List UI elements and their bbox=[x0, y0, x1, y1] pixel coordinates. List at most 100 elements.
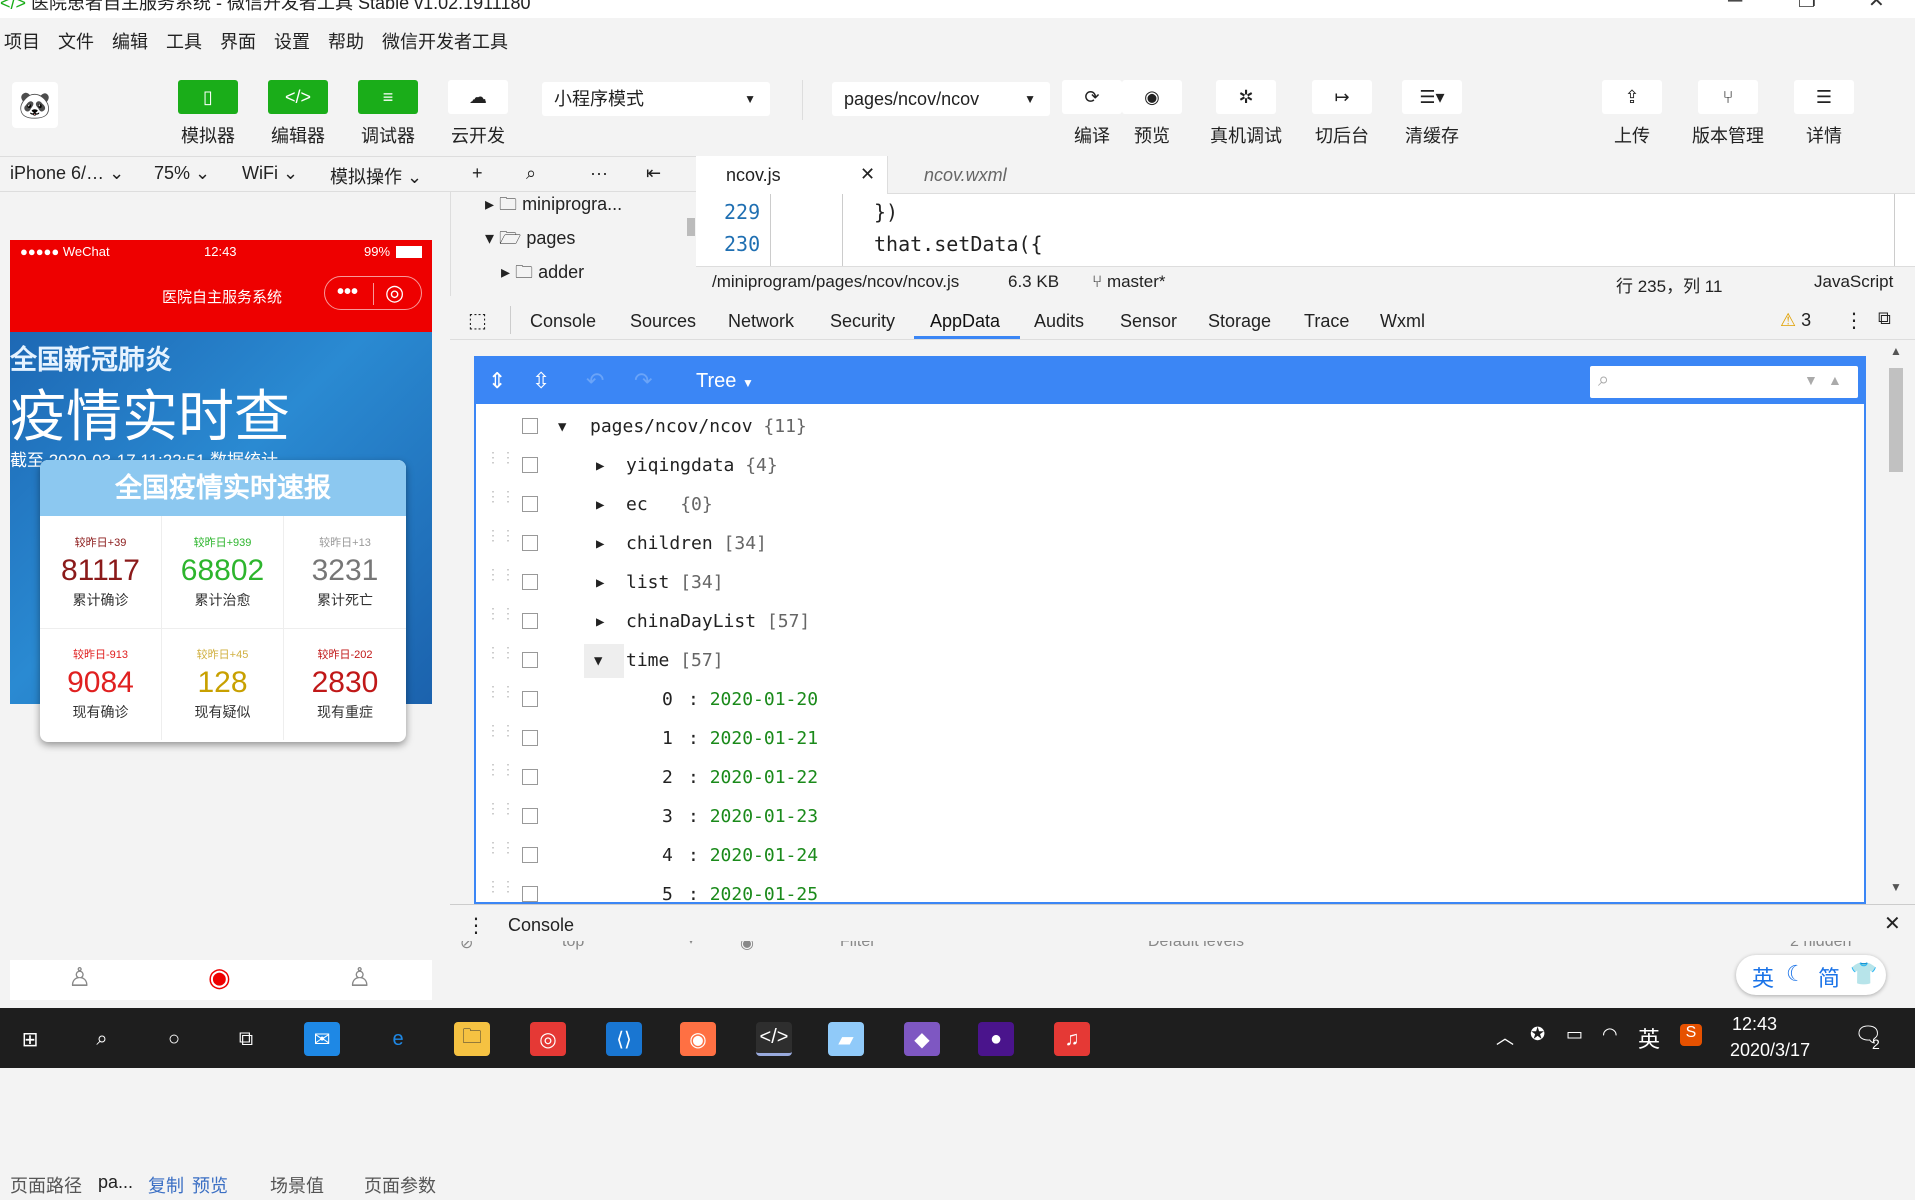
editor-button[interactable]: </> 编辑器 bbox=[268, 80, 328, 148]
collapse-all-icon[interactable]: ⇳ bbox=[532, 368, 550, 394]
close-drawer-icon[interactable]: ✕ bbox=[1884, 911, 1901, 936]
collapse-icon[interactable]: ⇤ bbox=[646, 163, 661, 184]
close-window-button[interactable]: ✕ bbox=[1868, 0, 1885, 11]
row-checkbox[interactable] bbox=[522, 496, 538, 512]
preview-link[interactable]: 预览 bbox=[192, 1172, 228, 1198]
user-icon[interactable]: ♙ bbox=[348, 962, 371, 993]
chrome-icon[interactable]: ◎ bbox=[530, 1022, 566, 1056]
compile-button[interactable]: ⟳ 编译 bbox=[1062, 80, 1122, 148]
language-mode[interactable]: JavaScript bbox=[1814, 272, 1893, 292]
tree-row[interactable]: ⋮⋮ ▶ yiqingdata {4} bbox=[476, 447, 1864, 486]
minimize-button[interactable]: ─ bbox=[1728, 0, 1742, 11]
drag-handle-icon[interactable]: ⋮⋮ bbox=[486, 607, 515, 629]
undo-icon[interactable]: ↶ bbox=[586, 368, 604, 394]
app-icon[interactable]: ▰ bbox=[828, 1022, 864, 1056]
search-next-icon[interactable]: ▲ bbox=[1828, 372, 1842, 388]
preview-button[interactable]: ◉ 预览 bbox=[1122, 80, 1182, 148]
drag-handle-icon[interactable]: ⋮⋮ bbox=[486, 724, 515, 746]
row-checkbox[interactable] bbox=[522, 808, 538, 824]
tree-row[interactable]: ⋮⋮ ▶ list [34] bbox=[476, 564, 1864, 603]
tree-row[interactable]: ⋮⋮ 3 : 2020-01-23 bbox=[476, 798, 1864, 837]
version-button[interactable]: ⑂ 版本管理 bbox=[1688, 80, 1768, 148]
drag-handle-icon[interactable]: ⋮⋮ bbox=[486, 451, 515, 473]
row-checkbox[interactable] bbox=[522, 730, 538, 746]
tab-storage[interactable]: Storage bbox=[1208, 311, 1271, 332]
background-button[interactable]: ↦ 切后台 bbox=[1312, 80, 1372, 148]
vscode-icon[interactable]: ⟨⟩ bbox=[606, 1022, 642, 1056]
tree-item-pages[interactable]: ▾ 🗁 pages bbox=[485, 226, 575, 256]
cloud-dev-button[interactable]: ☁ 云开发 bbox=[448, 80, 508, 148]
tab-sensor[interactable]: Sensor bbox=[1120, 311, 1177, 332]
clear-cache-button[interactable]: ☰▾ 清缓存 bbox=[1402, 80, 1462, 148]
tree-row[interactable]: ⋮⋮ 0 : 2020-01-20 bbox=[476, 681, 1864, 720]
drag-handle-icon[interactable]: ⋮⋮ bbox=[486, 490, 515, 512]
more-icon[interactable]: ··· bbox=[590, 163, 608, 184]
git-branch[interactable]: ⑂ master* bbox=[1092, 272, 1166, 292]
tree-row[interactable]: ⋮⋮ 4 : 2020-01-24 bbox=[476, 837, 1864, 876]
netease-music-icon[interactable]: ♫ bbox=[1054, 1022, 1090, 1056]
tab-security[interactable]: Security bbox=[830, 311, 895, 332]
clear-console-icon[interactable]: ⊘ bbox=[460, 941, 473, 953]
debugger-button[interactable]: ≡ 调试器 bbox=[358, 80, 418, 148]
row-checkbox[interactable] bbox=[522, 886, 538, 902]
row-checkbox[interactable] bbox=[522, 691, 538, 707]
context-select[interactable]: top bbox=[562, 941, 584, 951]
more-dots-icon[interactable]: ••• bbox=[337, 281, 358, 304]
scroll-down-icon[interactable]: ▼ bbox=[1890, 880, 1902, 894]
row-checkbox[interactable] bbox=[522, 457, 538, 473]
tray-chevron-icon[interactable]: ︿ bbox=[1496, 1024, 1514, 1050]
wechat-devtools-icon[interactable]: </> bbox=[756, 1022, 792, 1056]
eye-tab-icon[interactable]: ◉ bbox=[208, 962, 231, 993]
scrollbar[interactable] bbox=[687, 218, 695, 236]
tree-row[interactable]: ⋮⋮ ▶ chinaDayList [57] bbox=[476, 603, 1864, 642]
menu-item-tools[interactable]: 工具 bbox=[166, 28, 202, 54]
cursor-position[interactable]: 行 235，列 11 bbox=[1616, 272, 1722, 297]
collapsed-icon[interactable]: ▶ bbox=[596, 536, 604, 552]
close-tab-icon[interactable]: ✕ bbox=[860, 164, 875, 185]
drawer-menu-icon[interactable]: ⋮ bbox=[466, 913, 486, 938]
mode-select[interactable]: 小程序模式 ▼ bbox=[542, 82, 770, 116]
collapsed-icon[interactable]: ▶ bbox=[596, 497, 604, 513]
levels-select[interactable]: Default levels bbox=[1148, 941, 1244, 951]
tab-ncov-wxml[interactable]: ncov.wxml bbox=[924, 165, 1007, 186]
task-view-icon[interactable]: ⧉ bbox=[228, 1022, 264, 1056]
row-checkbox[interactable] bbox=[522, 613, 538, 629]
collapsed-icon[interactable]: ▶ bbox=[596, 614, 604, 630]
menu-item-file[interactable]: 文件 bbox=[58, 28, 94, 54]
redo-icon[interactable]: ↷ bbox=[634, 368, 652, 394]
app-icon[interactable]: ◆ bbox=[904, 1022, 940, 1056]
more-vert-icon[interactable]: ⋮ bbox=[1844, 308, 1864, 333]
windows-start-icon[interactable]: ⊞ bbox=[12, 1022, 48, 1056]
row-checkbox[interactable] bbox=[522, 847, 538, 863]
zoom-select[interactable]: 75% ⌄ bbox=[154, 163, 210, 184]
app-icon[interactable]: ● bbox=[978, 1022, 1014, 1056]
clock-date[interactable]: 2020/3/17 bbox=[1730, 1040, 1810, 1061]
firefox-icon[interactable]: ◉ bbox=[680, 1022, 716, 1056]
devtools-scrollbar[interactable]: ▲ ▼ bbox=[1886, 340, 1906, 900]
tab-appdata[interactable]: AppData bbox=[930, 311, 1000, 332]
file-explorer-icon[interactable]: 🗀 bbox=[454, 1022, 490, 1056]
edge-icon[interactable]: e bbox=[380, 1022, 416, 1056]
inspect-icon[interactable]: ⬚ bbox=[468, 308, 487, 333]
compile-page-select[interactable]: pages/ncov/ncov ▼ bbox=[832, 82, 1050, 116]
upload-button[interactable]: ⇪ 上传 bbox=[1602, 80, 1662, 148]
row-checkbox[interactable] bbox=[522, 652, 538, 668]
filter-input[interactable]: Filter bbox=[840, 941, 876, 951]
expanded-icon[interactable]: ▼ bbox=[594, 653, 602, 669]
close-mini-icon[interactable]: ◎ bbox=[385, 280, 404, 306]
tab-console[interactable]: Console bbox=[530, 311, 596, 332]
search-icon[interactable]: ⌕ bbox=[526, 163, 536, 184]
menu-item-view[interactable]: 界面 bbox=[220, 28, 256, 54]
network-select[interactable]: WiFi ⌄ bbox=[242, 163, 298, 184]
tree-row[interactable]: ⋮⋮ ▶ ec {0} bbox=[476, 486, 1864, 525]
tab-network[interactable]: Network bbox=[728, 311, 794, 332]
sim-ops-select[interactable]: 模拟操作 ⌄ bbox=[330, 163, 422, 189]
sogou-icon[interactable]: S bbox=[1680, 1024, 1702, 1046]
tray-app-icon[interactable]: ✪ bbox=[1530, 1024, 1545, 1045]
tab-sources[interactable]: Sources bbox=[630, 311, 696, 332]
row-checkbox[interactable] bbox=[522, 418, 538, 434]
drag-handle-icon[interactable]: ⋮⋮ bbox=[486, 841, 515, 863]
row-checkbox[interactable] bbox=[522, 574, 538, 590]
ime-toolbar[interactable]: 英 ☾ 简 👕 bbox=[1736, 955, 1886, 995]
drag-handle-icon[interactable]: ⋮⋮ bbox=[486, 529, 515, 551]
